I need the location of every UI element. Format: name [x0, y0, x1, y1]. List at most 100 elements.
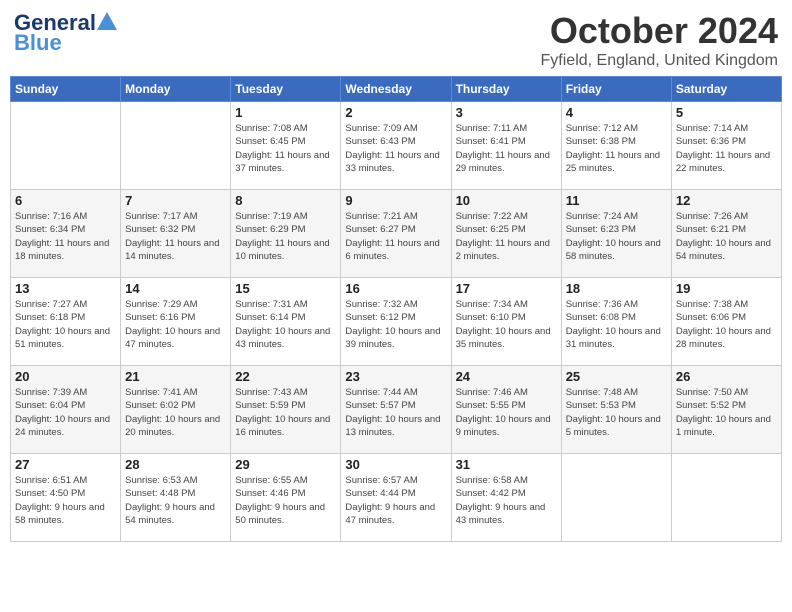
col-header-thursday: Thursday [451, 77, 561, 102]
day-info: Sunrise: 7:34 AM Sunset: 6:10 PM Dayligh… [456, 298, 557, 351]
day-info: Sunrise: 6:55 AM Sunset: 4:46 PM Dayligh… [235, 474, 336, 527]
day-number: 13 [15, 281, 116, 296]
day-cell: 22Sunrise: 7:43 AM Sunset: 5:59 PM Dayli… [231, 366, 341, 454]
day-number: 10 [456, 193, 557, 208]
day-cell: 5 Sunrise: 7:14 AM Sunset: 6:36 PM Daylig… [671, 102, 781, 190]
day-cell: 3 Sunrise: 7:11 AM Sunset: 6:41 PM Daylig… [451, 102, 561, 190]
day-info: Sunrise: 7:39 AM Sunset: 6:04 PM Dayligh… [15, 386, 116, 439]
month-title: October 2024 [541, 10, 778, 52]
day-number: 5 [676, 105, 777, 120]
page-header: General Blue October 2024 Fyfield, Engla… [10, 10, 782, 70]
day-cell: 8 Sunrise: 7:19 AM Sunset: 6:29 PM Daylig… [231, 190, 341, 278]
day-cell: 13 Sunrise: 7:27 AM Sunset: 6:18 PM Dayli… [11, 278, 121, 366]
day-number: 20 [15, 369, 116, 384]
day-info: Sunrise: 7:11 AM Sunset: 6:41 PM Dayligh… [456, 122, 557, 175]
day-cell: 25 Sunrise: 7:48 AM Sunset: 5:53 PM Dayli… [561, 366, 671, 454]
col-header-monday: Monday [121, 77, 231, 102]
day-number: 11 [566, 193, 667, 208]
day-cell [121, 102, 231, 190]
day-number: 29 [235, 457, 336, 472]
day-number: 9 [345, 193, 446, 208]
day-number: 4 [566, 105, 667, 120]
col-header-tuesday: Tuesday [231, 77, 341, 102]
day-cell: 17 Sunrise: 7:34 AM Sunset: 6:10 PM Dayli… [451, 278, 561, 366]
day-cell: 27Sunrise: 6:51 AM Sunset: 4:50 PM Dayli… [11, 454, 121, 542]
day-cell: 15 Sunrise: 7:31 AM Sunset: 6:14 PM Dayli… [231, 278, 341, 366]
day-info: Sunrise: 7:48 AM Sunset: 5:53 PM Dayligh… [566, 386, 667, 439]
day-number: 7 [125, 193, 226, 208]
day-cell: 23 Sunrise: 7:44 AM Sunset: 5:57 PM Dayli… [341, 366, 451, 454]
day-cell: 16Sunrise: 7:32 AM Sunset: 6:12 PM Dayli… [341, 278, 451, 366]
logo: General Blue [14, 10, 117, 56]
day-number: 8 [235, 193, 336, 208]
day-cell: 12Sunrise: 7:26 AM Sunset: 6:21 PM Dayli… [671, 190, 781, 278]
day-number: 23 [345, 369, 446, 384]
day-number: 14 [125, 281, 226, 296]
col-header-wednesday: Wednesday [341, 77, 451, 102]
day-number: 27 [15, 457, 116, 472]
day-number: 28 [125, 457, 226, 472]
day-info: Sunrise: 7:17 AM Sunset: 6:32 PM Dayligh… [125, 210, 226, 263]
day-cell: 20 Sunrise: 7:39 AM Sunset: 6:04 PM Dayli… [11, 366, 121, 454]
day-info: Sunrise: 7:09 AM Sunset: 6:43 PM Dayligh… [345, 122, 446, 175]
day-info: Sunrise: 7:31 AM Sunset: 6:14 PM Dayligh… [235, 298, 336, 351]
day-info: Sunrise: 7:27 AM Sunset: 6:18 PM Dayligh… [15, 298, 116, 351]
day-cell: 10 Sunrise: 7:22 AM Sunset: 6:25 PM Dayli… [451, 190, 561, 278]
calendar-table: SundayMondayTuesdayWednesdayThursdayFrid… [10, 76, 782, 542]
day-cell: 24 Sunrise: 7:46 AM Sunset: 5:55 PM Dayli… [451, 366, 561, 454]
day-number: 21 [125, 369, 226, 384]
col-header-sunday: Sunday [11, 77, 121, 102]
logo-triangle-icon [97, 12, 117, 30]
day-cell: 7 Sunrise: 7:17 AM Sunset: 6:32 PM Daylig… [121, 190, 231, 278]
day-number: 24 [456, 369, 557, 384]
day-cell: 14 Sunrise: 7:29 AM Sunset: 6:16 PM Dayli… [121, 278, 231, 366]
day-info: Sunrise: 7:41 AM Sunset: 6:02 PM Dayligh… [125, 386, 226, 439]
day-info: Sunrise: 7:43 AM Sunset: 5:59 PM Dayligh… [235, 386, 336, 439]
header-row: SundayMondayTuesdayWednesdayThursdayFrid… [11, 77, 782, 102]
col-header-friday: Friday [561, 77, 671, 102]
day-info: Sunrise: 7:26 AM Sunset: 6:21 PM Dayligh… [676, 210, 777, 263]
day-info: Sunrise: 6:57 AM Sunset: 4:44 PM Dayligh… [345, 474, 446, 527]
day-number: 6 [15, 193, 116, 208]
day-info: Sunrise: 7:50 AM Sunset: 5:52 PM Dayligh… [676, 386, 777, 439]
week-row-1: 1Sunrise: 7:08 AM Sunset: 6:45 PM Daylig… [11, 102, 782, 190]
day-number: 18 [566, 281, 667, 296]
day-number: 19 [676, 281, 777, 296]
day-info: Sunrise: 7:44 AM Sunset: 5:57 PM Dayligh… [345, 386, 446, 439]
day-info: Sunrise: 7:29 AM Sunset: 6:16 PM Dayligh… [125, 298, 226, 351]
day-cell: 4Sunrise: 7:12 AM Sunset: 6:38 PM Daylig… [561, 102, 671, 190]
title-block: October 2024 Fyfield, England, United Ki… [541, 10, 778, 70]
day-info: Sunrise: 7:21 AM Sunset: 6:27 PM Dayligh… [345, 210, 446, 263]
location: Fyfield, England, United Kingdom [541, 52, 778, 70]
day-info: Sunrise: 7:19 AM Sunset: 6:29 PM Dayligh… [235, 210, 336, 263]
day-cell: 2Sunrise: 7:09 AM Sunset: 6:43 PM Daylig… [341, 102, 451, 190]
day-cell: 19 Sunrise: 7:38 AM Sunset: 6:06 PM Dayli… [671, 278, 781, 366]
day-info: Sunrise: 7:32 AM Sunset: 6:12 PM Dayligh… [345, 298, 446, 351]
day-number: 3 [456, 105, 557, 120]
day-info: Sunrise: 7:24 AM Sunset: 6:23 PM Dayligh… [566, 210, 667, 263]
day-number: 15 [235, 281, 336, 296]
day-info: Sunrise: 7:14 AM Sunset: 6:36 PM Dayligh… [676, 122, 777, 175]
day-cell: 11 Sunrise: 7:24 AM Sunset: 6:23 PM Dayli… [561, 190, 671, 278]
day-info: Sunrise: 7:38 AM Sunset: 6:06 PM Dayligh… [676, 298, 777, 351]
day-info: Sunrise: 6:58 AM Sunset: 4:42 PM Dayligh… [456, 474, 557, 527]
day-cell: 31Sunrise: 6:58 AM Sunset: 4:42 PM Dayli… [451, 454, 561, 542]
col-header-saturday: Saturday [671, 77, 781, 102]
week-row-3: 13 Sunrise: 7:27 AM Sunset: 6:18 PM Dayli… [11, 278, 782, 366]
day-cell: 30Sunrise: 6:57 AM Sunset: 4:44 PM Dayli… [341, 454, 451, 542]
day-cell: 28Sunrise: 6:53 AM Sunset: 4:48 PM Dayli… [121, 454, 231, 542]
week-row-4: 20 Sunrise: 7:39 AM Sunset: 6:04 PM Dayli… [11, 366, 782, 454]
day-cell: 6 Sunrise: 7:16 AM Sunset: 6:34 PM Daylig… [11, 190, 121, 278]
day-number: 1 [235, 105, 336, 120]
day-info: Sunrise: 7:22 AM Sunset: 6:25 PM Dayligh… [456, 210, 557, 263]
day-info: Sunrise: 7:46 AM Sunset: 5:55 PM Dayligh… [456, 386, 557, 439]
day-cell: 9 Sunrise: 7:21 AM Sunset: 6:27 PM Daylig… [341, 190, 451, 278]
week-row-2: 6 Sunrise: 7:16 AM Sunset: 6:34 PM Daylig… [11, 190, 782, 278]
day-number: 25 [566, 369, 667, 384]
day-cell: 26Sunrise: 7:50 AM Sunset: 5:52 PM Dayli… [671, 366, 781, 454]
week-row-5: 27Sunrise: 6:51 AM Sunset: 4:50 PM Dayli… [11, 454, 782, 542]
day-info: Sunrise: 7:36 AM Sunset: 6:08 PM Dayligh… [566, 298, 667, 351]
day-cell: 21 Sunrise: 7:41 AM Sunset: 6:02 PM Dayli… [121, 366, 231, 454]
day-info: Sunrise: 7:16 AM Sunset: 6:34 PM Dayligh… [15, 210, 116, 263]
day-number: 17 [456, 281, 557, 296]
